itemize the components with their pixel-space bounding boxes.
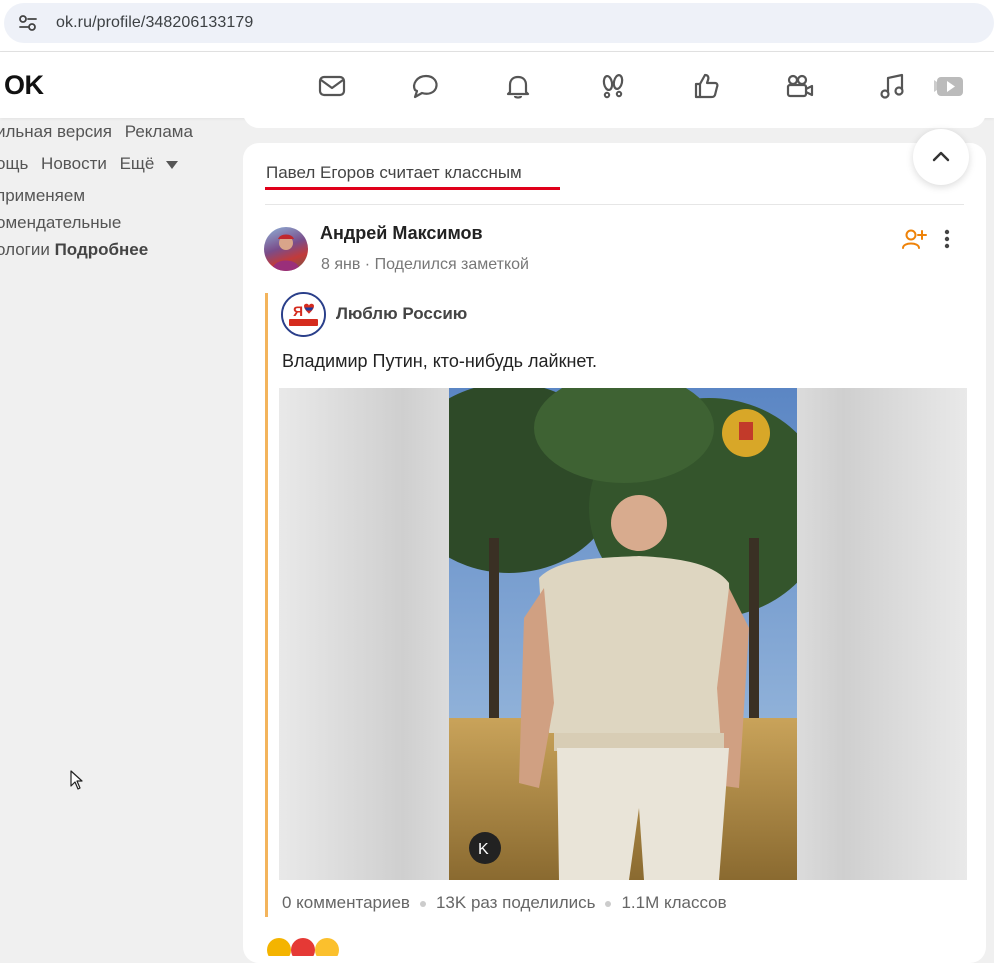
left-sidebar: ильная версия Реклама ощь Новости Ещё пр… (0, 118, 240, 944)
ok-logo[interactable]: OK (4, 70, 44, 101)
cookie-notice-text: ологии (0, 240, 50, 259)
caret-down-icon (166, 160, 179, 169)
browser-bar: ok.ru/profile/348206133179 (0, 0, 994, 52)
feed-card-title[interactable]: Павел Егоров считает классным (266, 163, 522, 183)
group-avatar[interactable]: Я (281, 292, 326, 337)
svg-text:K: K (478, 841, 489, 858)
scroll-to-top-button[interactable] (913, 129, 969, 185)
music-icon[interactable] (874, 68, 910, 104)
site-header: OK (0, 52, 994, 118)
notifications-icon[interactable] (500, 68, 536, 104)
help-link[interactable]: ощь (0, 154, 28, 173)
add-friend-icon[interactable] (901, 227, 927, 251)
post-media[interactable]: K (279, 388, 967, 880)
author-name[interactable]: Андрей Максимов (320, 223, 483, 244)
post-stats: 0 комментариев 13K раз поделились 1.1M кла… (282, 893, 727, 913)
footer-links-row-1: ильная версия Реклама (0, 122, 201, 142)
mobile-version-link[interactable]: ильная версия (0, 122, 112, 141)
footer-links-row-2: ощь Новости Ещё (0, 154, 194, 174)
news-link[interactable]: Новости (41, 154, 107, 173)
stats-dot (605, 900, 612, 907)
meta-separator: · (364, 256, 375, 273)
cookie-notice-line-1: применяем (0, 186, 86, 205)
likes-icon[interactable] (688, 68, 724, 104)
cookie-notice-line-3: ологии Подробнее (0, 236, 148, 263)
more-label: Ещё (119, 154, 155, 173)
discussions-icon[interactable] (407, 68, 443, 104)
guests-icon[interactable] (595, 68, 631, 104)
site-settings-icon[interactable] (18, 14, 38, 32)
mouse-cursor-icon (70, 770, 83, 790)
post-action: Поделился заметкой (374, 256, 529, 273)
address-bar[interactable]: ok.ru/profile/348206133179 (4, 3, 994, 43)
repost-indicator (265, 293, 268, 917)
author-avatar[interactable] (264, 227, 308, 271)
post-meta: 8 янв · Поделился заметкой (321, 256, 529, 274)
post-date[interactable]: 8 янв (321, 256, 360, 273)
group-badge-letter: Я (293, 303, 303, 319)
video-play-icon[interactable] (930, 68, 970, 104)
divider (265, 204, 964, 205)
more-info-link[interactable]: Подробнее (55, 240, 149, 259)
ads-link[interactable]: Реклама (125, 122, 193, 141)
mail-icon[interactable] (314, 68, 350, 104)
title-underline (265, 187, 560, 190)
likes-count[interactable]: 1.1M классов (621, 893, 726, 912)
reactions-icon[interactable] (265, 936, 355, 956)
url-text[interactable]: ok.ru/profile/348206133179 (56, 14, 253, 32)
previous-feed-card (243, 110, 986, 128)
cookie-notice-line-2: омендательные (0, 213, 122, 232)
more-menu[interactable]: Ещё (120, 154, 187, 173)
more-options-icon[interactable] (935, 227, 959, 251)
video-icon[interactable] (781, 68, 817, 104)
group-name[interactable]: Люблю Россию (336, 304, 467, 324)
post-photo[interactable]: K (449, 388, 797, 880)
stats-dot (419, 900, 426, 907)
comments-count[interactable]: 0 комментариев (282, 893, 410, 912)
post-text[interactable]: Владимир Путин, кто-нибудь лайкнет. (282, 351, 597, 372)
feed-card: Павел Егоров считает классным Андрей Мак… (243, 143, 986, 963)
chevron-up-icon (932, 151, 950, 162)
shares-count[interactable]: 13K раз поделились (436, 893, 596, 912)
